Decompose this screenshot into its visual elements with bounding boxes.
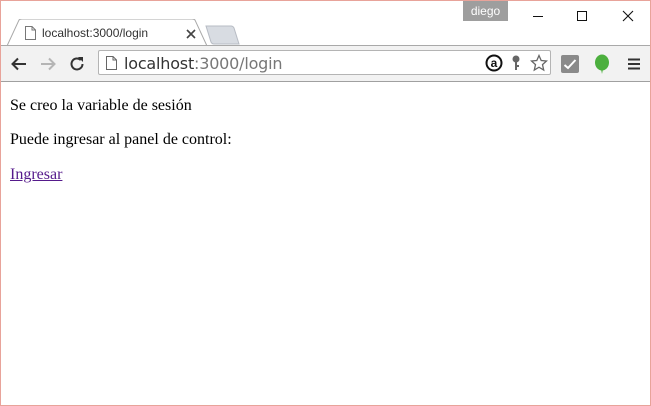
amazon-assistant-icon[interactable]: a — [485, 54, 503, 77]
reload-button[interactable] — [65, 52, 89, 76]
browser-window: localhost:3000/login diego localhost:300… — [0, 0, 651, 406]
close-icon — [622, 10, 634, 22]
minimize-icon — [533, 16, 543, 17]
menu-button[interactable] — [624, 54, 644, 74]
ingresar-link[interactable]: Ingresar — [10, 166, 62, 184]
evernote-icon — [595, 54, 609, 74]
page-icon — [25, 26, 36, 45]
url-host: localhost — [124, 54, 195, 73]
hamburger-menu-icon — [628, 58, 640, 70]
checkmark-extension-icon — [561, 55, 579, 73]
url-text[interactable]: localhost:3000/login — [124, 54, 283, 73]
reload-icon — [70, 57, 84, 71]
minimize-button[interactable] — [515, 1, 561, 31]
profile-badge[interactable]: diego — [463, 1, 508, 21]
svg-text:a: a — [491, 56, 498, 70]
bookmark-star-icon[interactable] — [529, 53, 549, 77]
maximize-icon — [577, 11, 587, 21]
tab-title: localhost:3000/login — [42, 26, 149, 40]
back-button[interactable] — [7, 52, 31, 76]
tab-close-icon[interactable] — [185, 27, 197, 39]
back-arrow-icon — [11, 57, 26, 71]
forward-button[interactable] — [36, 52, 60, 76]
checkmark-extension-button[interactable] — [560, 54, 580, 74]
toolbar: localhost:3000/login a — [1, 46, 650, 82]
close-window-button[interactable] — [605, 1, 650, 31]
control-panel-message: Puede ingresar al panel de control: — [10, 131, 232, 148]
maximize-button[interactable] — [559, 1, 605, 31]
address-bar[interactable]: localhost:3000/login a — [98, 50, 551, 75]
url-path: :3000/login — [194, 54, 283, 73]
forward-arrow-icon — [41, 57, 56, 71]
title-bar: localhost:3000/login diego — [1, 1, 650, 46]
tab-localhost-login[interactable]: localhost:3000/login — [7, 19, 207, 46]
key-icon[interactable] — [511, 55, 521, 76]
evernote-extension-button[interactable] — [592, 54, 612, 74]
session-created-message: Se creo la variable de sesión — [10, 97, 192, 114]
page-icon — [106, 56, 117, 75]
